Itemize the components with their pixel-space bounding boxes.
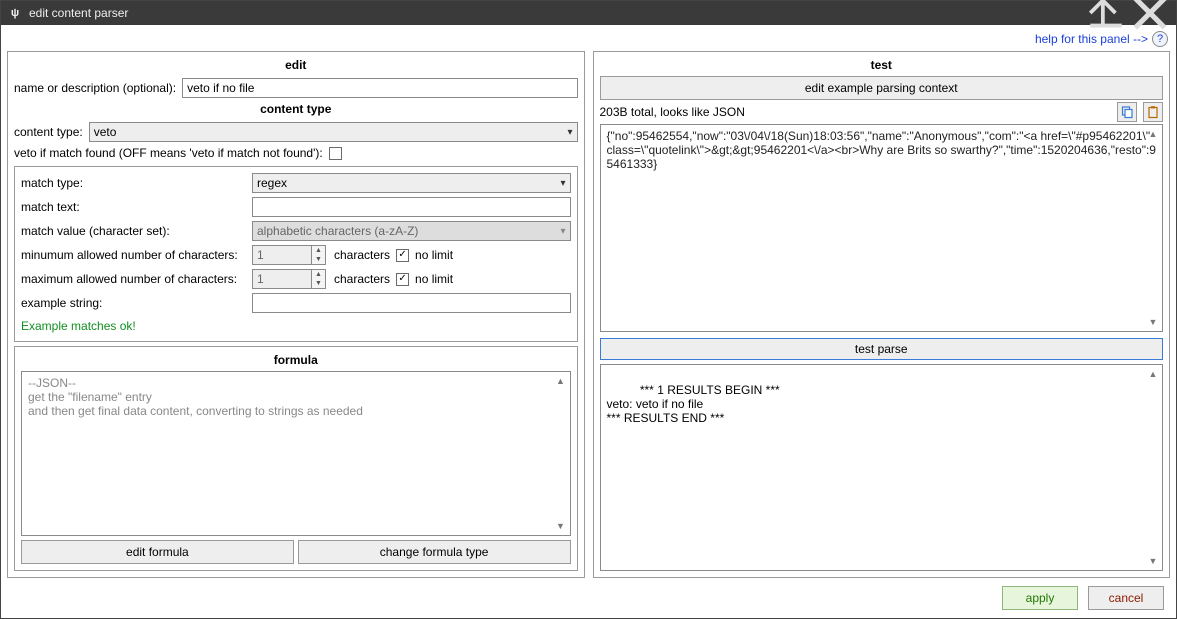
match-text-input[interactable]	[252, 197, 571, 217]
match-text-label: match text:	[21, 200, 246, 214]
veto-checkbox-label: veto if match found (OFF means 'veto if …	[14, 146, 323, 160]
content-type-section-title: content type	[14, 100, 578, 120]
formula-section-title: formula	[21, 351, 571, 371]
formula-panel: formula --JSON-- get the "filename" entr…	[14, 346, 578, 571]
close-button[interactable]	[1128, 1, 1172, 25]
scroll-up-icon[interactable]: ▲	[1146, 127, 1160, 141]
match-panel: match type: regex ▾ match text:	[14, 166, 578, 342]
content-type-label: content type:	[14, 125, 83, 139]
chevron-down-icon: ▾	[560, 178, 565, 189]
example-string-row: example string:	[21, 293, 571, 313]
min-nolimit-checkbox[interactable]: ✓	[396, 249, 409, 262]
chevron-down-icon: ▾	[560, 226, 565, 237]
example-context-text: {"no":95462554,"now":"03\/04\/18(Sun)18:…	[607, 129, 1156, 171]
min-chars-value: 1	[252, 245, 312, 265]
min-chars-spinner: 1 ▲▼	[252, 245, 326, 265]
max-chars-label: maximum allowed number of characters:	[21, 272, 246, 286]
name-row: name or description (optional):	[14, 78, 578, 98]
app-icon: ψ	[7, 5, 23, 21]
test-section-title: test	[600, 56, 1164, 76]
help-link[interactable]: help for this panel -->	[1035, 32, 1148, 46]
test-column: test edit example parsing context 203B t…	[593, 51, 1171, 578]
results-text: *** 1 RESULTS BEGIN *** veto: veto if no…	[607, 383, 780, 425]
chevron-down-icon: ▾	[567, 127, 572, 138]
scroll-down-icon[interactable]: ▼	[1146, 554, 1160, 568]
example-string-label: example string:	[21, 296, 246, 310]
content-type-value: veto	[94, 125, 117, 139]
match-value-value: alphabetic characters (a-zA-Z)	[257, 224, 418, 238]
match-value-row: match value (character set): alphabetic …	[21, 221, 571, 241]
results-box[interactable]: *** 1 RESULTS BEGIN *** veto: veto if no…	[600, 364, 1164, 572]
edit-example-context-button[interactable]: edit example parsing context	[600, 76, 1164, 100]
change-formula-type-button[interactable]: change formula type	[298, 540, 571, 564]
example-string-input[interactable]	[252, 293, 571, 313]
nolimit-label: no limit	[415, 248, 453, 262]
veto-checkbox[interactable]	[329, 147, 342, 160]
match-type-select[interactable]: regex ▾	[252, 173, 571, 193]
match-value-select: alphabetic characters (a-zA-Z) ▾	[252, 221, 571, 241]
copy-button[interactable]	[1117, 102, 1137, 122]
match-text-row: match text:	[21, 197, 571, 217]
help-icon[interactable]: ?	[1152, 31, 1168, 47]
name-input[interactable]	[182, 78, 577, 98]
paste-icon	[1146, 105, 1160, 119]
edit-formula-button[interactable]: edit formula	[21, 540, 294, 564]
max-chars-spinner: 1 ▲▼	[252, 269, 326, 289]
cancel-button[interactable]: cancel	[1088, 586, 1164, 610]
min-chars-label: minumum allowed number of characters:	[21, 248, 246, 262]
test-parse-button[interactable]: test parse	[600, 338, 1164, 360]
window-frame: ψ edit content parser help for this pane…	[0, 0, 1177, 619]
titlebar: ψ edit content parser	[1, 1, 1176, 25]
example-status: Example matches ok!	[21, 319, 571, 333]
arrow-down-icon: ▼	[312, 279, 325, 288]
chars-unit: characters	[334, 248, 390, 262]
nolimit-label: no limit	[415, 272, 453, 286]
scroll-down-icon[interactable]: ▼	[1146, 315, 1160, 329]
match-value-label: match value (character set):	[21, 224, 246, 238]
chars-unit: characters	[334, 272, 390, 286]
window-title: edit content parser	[29, 6, 128, 20]
arrow-up-icon: ▲	[312, 270, 325, 279]
content-type-select[interactable]: veto ▾	[89, 122, 578, 142]
match-type-value: regex	[257, 176, 287, 190]
body: help for this panel --> ? edit name or d…	[1, 25, 1176, 618]
max-chars-row: maximum allowed number of characters: 1 …	[21, 269, 571, 289]
main-columns: edit name or description (optional): con…	[7, 51, 1170, 578]
max-chars-value: 1	[252, 269, 312, 289]
test-status-row: 203B total, looks like JSON	[600, 102, 1164, 122]
paste-button[interactable]	[1143, 102, 1163, 122]
scroll-up-icon[interactable]: ▲	[554, 374, 568, 388]
match-type-row: match type: regex ▾	[21, 173, 571, 193]
restore-button[interactable]	[1084, 1, 1128, 25]
max-nolimit-checkbox[interactable]: ✓	[396, 273, 409, 286]
spinner-arrows[interactable]: ▲▼	[312, 269, 326, 289]
formula-button-row: edit formula change formula type	[21, 540, 571, 564]
scroll-down-icon[interactable]: ▼	[554, 519, 568, 533]
help-row: help for this panel --> ?	[7, 27, 1170, 51]
arrow-up-icon: ▲	[312, 246, 325, 255]
content-type-row: content type: veto ▾	[14, 122, 578, 142]
min-chars-row: minumum allowed number of characters: 1 …	[21, 245, 571, 265]
edit-column: edit name or description (optional): con…	[7, 51, 585, 578]
test-status-text: 203B total, looks like JSON	[600, 105, 745, 119]
scroll-up-icon[interactable]: ▲	[1146, 367, 1160, 381]
formula-text: --JSON-- get the "filename" entry and th…	[21, 371, 571, 536]
example-context-box[interactable]: {"no":95462554,"now":"03\/04\/18(Sun)18:…	[600, 124, 1164, 332]
edit-section-title: edit	[14, 56, 578, 76]
veto-check-row: veto if match found (OFF means 'veto if …	[14, 146, 578, 160]
match-type-label: match type:	[21, 176, 246, 190]
spinner-arrows[interactable]: ▲▼	[312, 245, 326, 265]
arrow-down-icon: ▼	[312, 255, 325, 264]
footer-row: apply cancel	[7, 578, 1170, 612]
apply-button[interactable]: apply	[1002, 586, 1078, 610]
name-label: name or description (optional):	[14, 81, 176, 95]
copy-icon	[1120, 105, 1134, 119]
